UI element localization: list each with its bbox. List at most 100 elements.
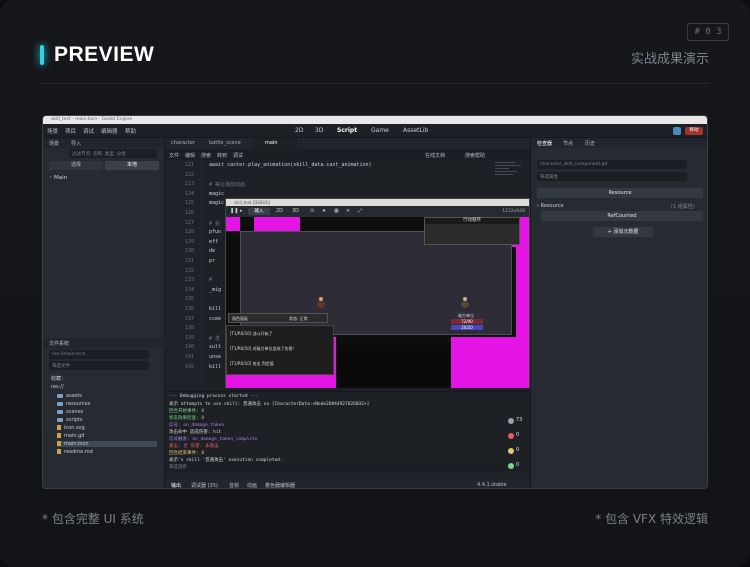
workspace-3d[interactable]: 3D [315, 127, 323, 134]
res-root-node[interactable]: res:// [51, 384, 64, 390]
godot-logo-icon [673, 127, 681, 135]
code-minimap[interactable] [495, 162, 525, 192]
fs-item-readme[interactable]: readme.md [57, 449, 93, 455]
add-metadata-button[interactable]: + 添加元数据 [593, 227, 653, 237]
fs-item-main-gd[interactable]: main.gd [57, 433, 84, 439]
tab-scene[interactable]: 场景 [49, 140, 59, 147]
filesystem-path-field[interactable]: res://main.tscn [49, 350, 149, 359]
online-docs-link[interactable]: 在线文档 [425, 152, 445, 159]
tab-debugger[interactable]: 调试器 (35) [191, 482, 218, 488]
script-menu-file[interactable]: 文件 [169, 152, 179, 159]
line-number: 126 [185, 210, 195, 216]
workspace-assetlib[interactable]: AssetLib [403, 127, 428, 134]
scene-root-node[interactable]: ◦ Main [49, 175, 67, 181]
resource-button[interactable]: Resource [537, 188, 703, 198]
scene-filter-input[interactable]: 过滤节点: 名称, 类型, 分组 [69, 149, 157, 158]
code-line: # 等让播放动画 [209, 182, 246, 189]
output-panel: --- Debugging process started --- 表示 atte… [165, 391, 530, 488]
workspace-game[interactable]: Game [371, 127, 389, 134]
menu-editor[interactable]: 编辑器 [101, 127, 118, 135]
fs-item-resources[interactable]: resources [57, 401, 90, 407]
expand-icon[interactable]: ⤢ [358, 208, 362, 214]
camera-icon[interactable]: ⊙ [310, 208, 314, 214]
script-menu-edit[interactable]: 编辑 [185, 152, 195, 159]
mode-select[interactable]: 选择 [49, 161, 103, 170]
editor-menubar: 场景 项目 调试 编辑器 帮助 2D 3D Script Game AssetL… [43, 124, 707, 138]
editor-msg-counter[interactable]: 0 [508, 461, 526, 473]
search-help-link[interactable]: 搜索帮助 [465, 152, 485, 159]
output-line: 表示 attempts to use skill: 普通攻击 on [Chara… [169, 402, 370, 407]
filesystem-title: 文件系统 [49, 341, 70, 347]
menu-help[interactable]: 帮助 [125, 127, 136, 135]
property-count: (1 组属性) [671, 204, 695, 210]
code-line: # 发 [209, 335, 221, 342]
game-toolbar: ❚❚ ▸ 输入 2D 3D ⊙ ➤ ▦ ✕ ⤢ 1152x648 [226, 206, 529, 217]
message-counter[interactable]: 73 [508, 416, 526, 428]
mp-bar: 20/20 [451, 325, 483, 330]
mode-3d-button[interactable]: 3D [292, 208, 299, 214]
output-line: 信号触发: on_damage_taken_complete [169, 437, 258, 442]
page-title: PREVIEW [54, 43, 155, 66]
code-line: de [209, 248, 216, 255]
favorites-node[interactable]: 收藏： [51, 375, 66, 382]
script-tab-character[interactable]: character [171, 140, 195, 146]
script-menu-search[interactable]: 搜索 [201, 152, 211, 159]
menu-debug[interactable]: 调试 [83, 127, 94, 135]
pause-icon[interactable]: ❚❚ [230, 208, 238, 214]
folder-icon [57, 417, 63, 422]
error-counter[interactable]: 0 [508, 431, 526, 443]
code-line: ccee [209, 315, 222, 322]
tab-inspector[interactable]: 检查器 [537, 140, 552, 147]
output-line: 回合结束事件: 0 [169, 451, 205, 456]
file-icon [57, 425, 61, 430]
output-filter-input[interactable]: 筛选消息 [165, 462, 505, 471]
tab-output[interactable]: 输出 [171, 482, 181, 488]
filesystem-filter-input[interactable]: 筛选文件 [49, 361, 149, 370]
game-canvas[interactable]: 行动顺序 角色面板 状态: 正常 [T1/R0/10] 战斗开始了 [T1/R0… [226, 217, 529, 388]
code-line: pfun [209, 229, 222, 236]
tab-history[interactable]: 历史 [585, 140, 595, 147]
script-menu-goto[interactable]: 转到 [217, 152, 227, 159]
line-number: 136 [185, 306, 195, 312]
renderer-selector[interactable]: 移动 [685, 127, 703, 135]
warning-counter[interactable]: 0 [508, 446, 526, 458]
line-number: 125 [185, 200, 195, 207]
folder-icon [57, 393, 63, 398]
mode-2d-button[interactable]: 2D [276, 208, 283, 214]
script-tab-main[interactable]: main [265, 140, 278, 146]
inspector-dock: 检查器 节点 历史 character_skill_component.gd 筛… [530, 138, 707, 488]
resource-file-selector[interactable]: character_skill_component.gd [537, 160, 687, 169]
grid-icon[interactable]: ▦ [334, 208, 339, 214]
script-menu-debug[interactable]: 调试 [233, 152, 243, 159]
line-number: 129 [185, 238, 195, 245]
tab-shader-editor[interactable]: 着色器编辑器 [265, 482, 295, 488]
code-line: magic [209, 190, 225, 197]
workspace-2d[interactable]: 2D [295, 127, 303, 134]
input-mode-button[interactable]: 输入 [248, 208, 270, 215]
workspace-script[interactable]: Script [337, 127, 357, 134]
filesystem-dock-header: 文件系统 [43, 338, 165, 348]
select-icon[interactable]: ➤ [322, 208, 326, 214]
resource-section-header[interactable]: › Resource [537, 203, 564, 209]
property-filter-input[interactable]: 筛选属性 [537, 172, 687, 181]
menu-scene[interactable]: 场景 [47, 127, 58, 135]
code-line: eff [209, 238, 219, 245]
tab-audio[interactable]: 音频 [229, 482, 239, 488]
fs-item-scripts[interactable]: scripts [57, 417, 83, 423]
step-icon[interactable]: ▸ [240, 208, 243, 214]
tab-animation[interactable]: 动画 [247, 482, 257, 488]
refcounted-button[interactable]: RefCounted [541, 211, 703, 221]
fs-item-icon[interactable]: icon.svg [57, 425, 85, 431]
tab-import[interactable]: 导入 [71, 140, 81, 147]
tab-node[interactable]: 节点 [563, 140, 573, 147]
line-number: 141 [185, 354, 195, 360]
fs-item-assets[interactable]: assets [57, 393, 82, 399]
fs-item-main-tscn[interactable]: main.tscn [57, 441, 157, 447]
close-icon[interactable]: ✕ [346, 208, 350, 214]
script-tab-battle-scene[interactable]: battle_scene [209, 140, 241, 146]
script-tabs: character battle_scene main [165, 138, 530, 149]
mode-local[interactable]: 本地 [105, 161, 159, 170]
battle-log-panel: [T1/R0/10] 战斗开始了 [T1/R0/10] 对敌方单位造成了伤害！ … [226, 325, 334, 375]
menu-project[interactable]: 项目 [65, 127, 76, 135]
fs-item-scenes[interactable]: scenes [57, 409, 83, 415]
